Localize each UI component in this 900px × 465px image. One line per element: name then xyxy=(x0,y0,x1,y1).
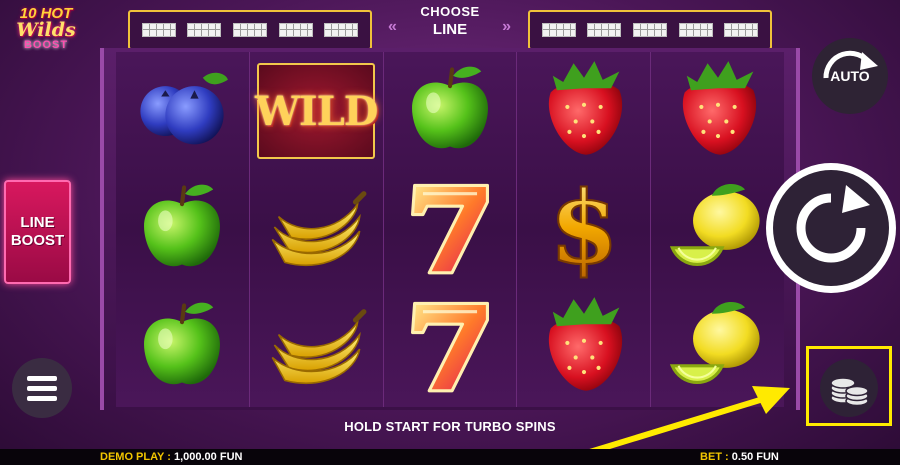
game-logo: 10 HOT Wilds BOOST xyxy=(6,6,86,62)
reels-grid: WILD $ xyxy=(116,52,784,407)
banana-icon xyxy=(264,293,368,402)
reel-cell xyxy=(517,52,650,170)
payline-pattern-icon xyxy=(278,23,313,37)
reel-cell xyxy=(250,170,383,288)
lemon-icon xyxy=(666,293,770,402)
status-bar: DEMO PLAY : 1,000.00 FUN BET : 0.50 FUN xyxy=(0,449,900,465)
reel-4: $ xyxy=(517,52,652,407)
strawberry-icon xyxy=(666,57,770,166)
paylines-left-panel xyxy=(128,10,372,50)
reel-cell: WILD xyxy=(250,52,383,170)
reel-cell xyxy=(384,170,517,288)
wild-symbol: WILD xyxy=(254,63,378,160)
spin-button[interactable] xyxy=(766,163,896,293)
choose-line-title: CHOOSE xyxy=(420,4,480,19)
reel-cell xyxy=(651,289,784,407)
bet-value: 0.50 FUN xyxy=(731,451,779,463)
apple-icon xyxy=(398,57,502,166)
reel-cell xyxy=(116,170,249,288)
menu-button[interactable] xyxy=(12,358,72,418)
line-boost-button[interactable]: LINE BOOST xyxy=(4,180,71,284)
payline-pattern-icon xyxy=(632,23,667,37)
logo-line-2: Wilds xyxy=(16,19,76,41)
apple-icon xyxy=(130,293,234,402)
apple-icon xyxy=(130,175,234,284)
lemon-icon xyxy=(666,175,770,284)
reel-cell xyxy=(651,170,784,288)
menu-icon xyxy=(27,375,57,381)
reel-cell: $ xyxy=(517,167,650,288)
demo-balance: DEMO PLAY : 1,000.00 FUN xyxy=(100,449,242,465)
reel-cell xyxy=(384,52,517,170)
reel-cell xyxy=(116,52,249,170)
seven-icon xyxy=(398,293,502,402)
choose-line-value: LINE xyxy=(432,21,468,38)
demo-label: DEMO PLAY : xyxy=(100,451,171,463)
bet-label: BET : xyxy=(700,451,729,463)
payline-pattern-icon xyxy=(324,23,359,37)
payline-pattern-icon xyxy=(678,23,713,37)
reel-cell xyxy=(116,289,249,407)
bet-amount: BET : 0.50 FUN xyxy=(700,449,779,465)
line-prev-arrow[interactable]: « xyxy=(388,18,397,36)
banana-icon xyxy=(264,175,368,284)
autoplay-label: AUTO xyxy=(830,68,870,84)
payline-pattern-icon xyxy=(232,23,267,37)
line-boost-label-2: BOOST xyxy=(10,232,65,249)
seven-icon xyxy=(398,175,502,284)
paylines-right-panel xyxy=(528,10,772,50)
line-boost-label-1: LINE xyxy=(20,214,55,231)
bet-coins-button[interactable] xyxy=(806,346,892,426)
svg-text:$: $ xyxy=(549,175,618,279)
autoplay-button[interactable]: AUTO xyxy=(812,38,888,114)
reel-1 xyxy=(116,52,250,407)
reel-cell xyxy=(384,289,517,407)
spin-arrow-icon xyxy=(796,185,870,263)
strawberry-icon xyxy=(532,57,636,166)
coins-icon xyxy=(830,377,869,407)
dollar-icon: $ xyxy=(532,167,636,287)
reel-cell xyxy=(250,289,383,407)
reel-5 xyxy=(651,52,784,407)
logo-line-3: BOOST xyxy=(23,39,69,51)
reel-cell xyxy=(651,52,784,170)
reel-2: WILD xyxy=(249,52,384,407)
line-next-arrow[interactable]: » xyxy=(502,18,511,36)
payline-pattern-icon xyxy=(724,23,759,37)
reel-cell xyxy=(517,289,650,407)
payline-pattern-icon xyxy=(541,23,576,37)
payline-pattern-icon xyxy=(187,23,222,37)
menu-icon xyxy=(27,385,57,391)
wild-label: WILD xyxy=(254,87,378,135)
demo-value: 1,000.00 FUN xyxy=(173,451,243,463)
payline-pattern-icon xyxy=(587,23,622,37)
blueberry-icon xyxy=(130,57,234,166)
strawberry-icon xyxy=(532,293,636,402)
choose-line-selector[interactable]: « CHOOSE LINE » xyxy=(382,2,518,46)
menu-icon xyxy=(27,395,57,401)
reel-3 xyxy=(383,52,518,407)
payline-pattern-icon xyxy=(141,23,176,37)
turbo-spin-hint: HOLD START FOR TURBO SPINS xyxy=(344,419,556,434)
